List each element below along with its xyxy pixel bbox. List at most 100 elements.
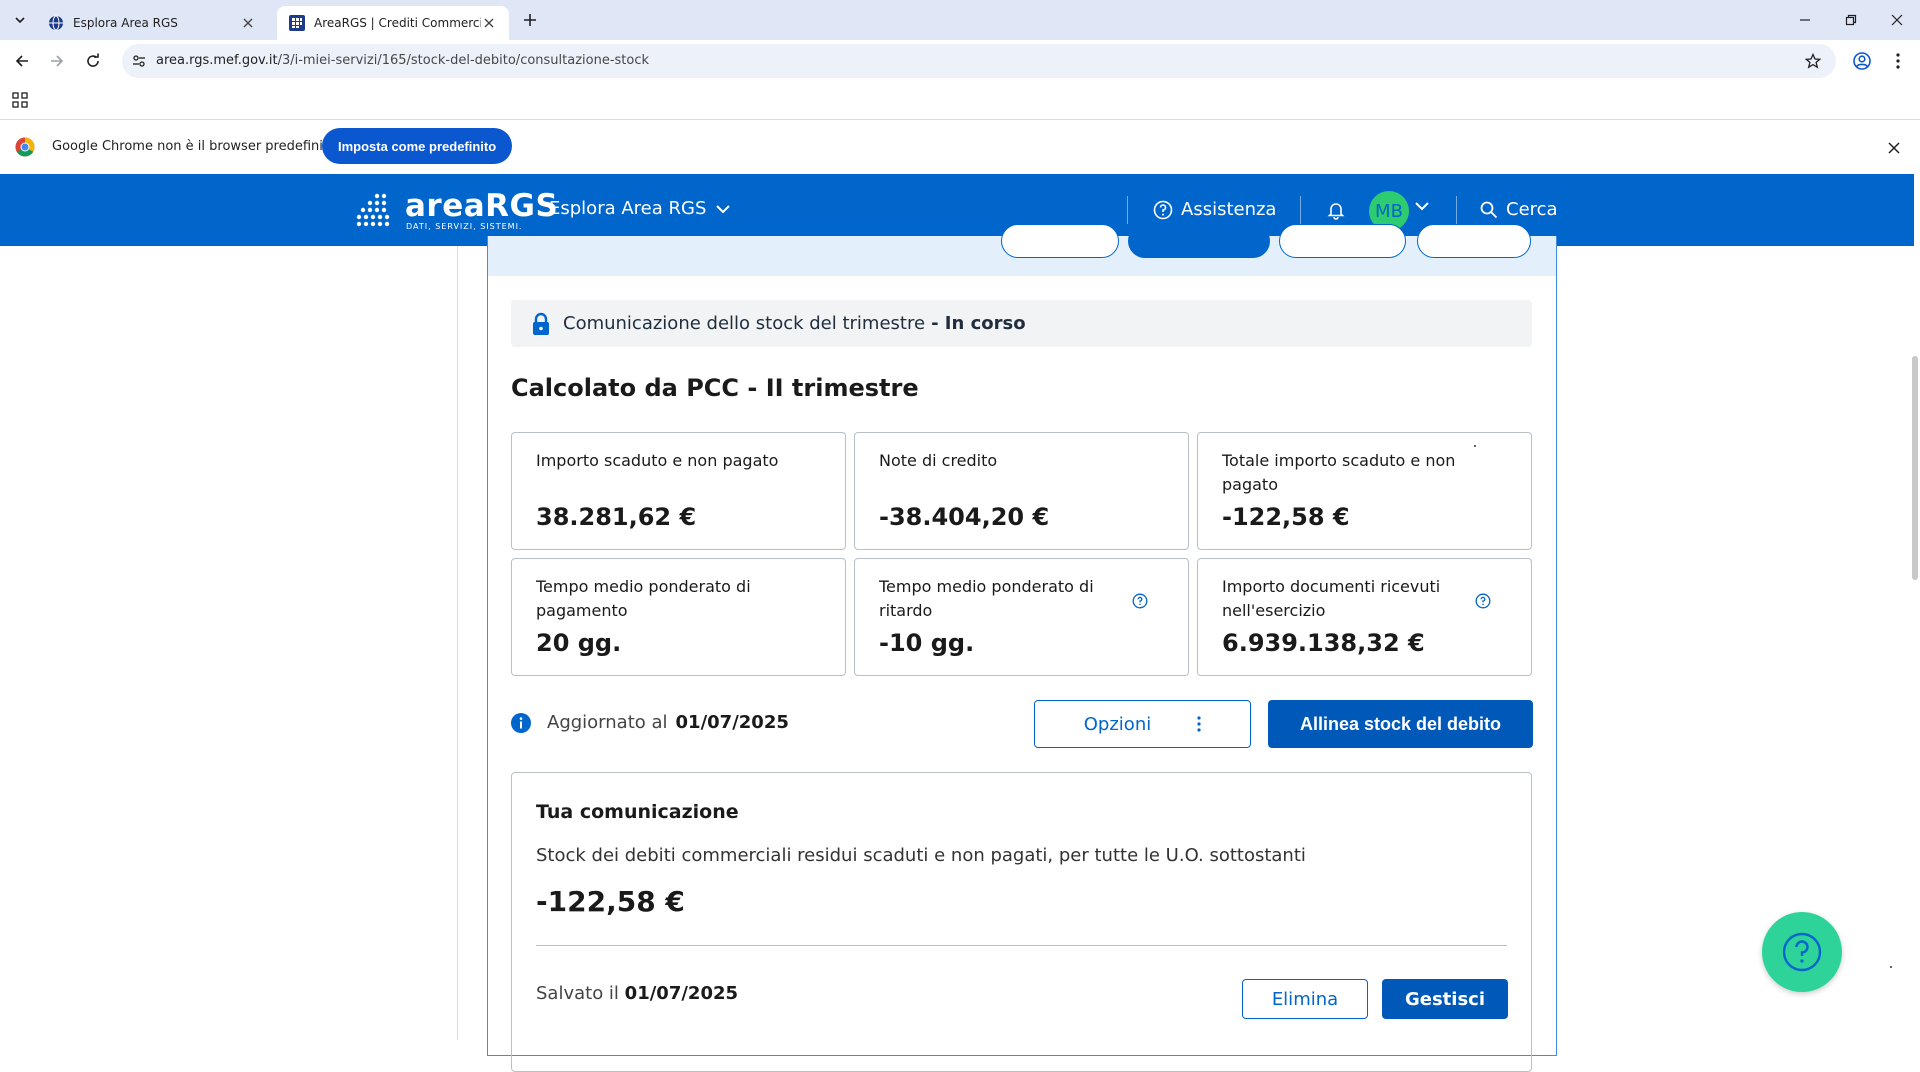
infobar-message: Google Chrome non è il browser predefini…: [52, 139, 336, 154]
minimize-icon[interactable]: [1790, 8, 1820, 32]
status-text: Comunicazione dello stock del trimestre: [563, 313, 926, 334]
bookmark-star-icon[interactable]: [1804, 52, 1822, 70]
kebab-menu-icon[interactable]: [1886, 49, 1910, 73]
browser-toolbar: area.rgs.mef.gov.it/3/i-miei-servizi/165…: [0, 40, 1920, 82]
close-tab-icon[interactable]: [481, 15, 497, 31]
info-circle-icon: [511, 712, 531, 733]
search-icon: [1480, 201, 1498, 218]
page-scrollbar[interactable]: [1912, 356, 1918, 580]
stock-card: Comunicazione dello stock del trimestre …: [487, 224, 1557, 1072]
tab-search-chevron-icon[interactable]: [8, 9, 32, 31]
options-button[interactable]: Opzioni: [1034, 700, 1251, 748]
question-circle-icon: [1782, 932, 1822, 972]
site-settings-icon[interactable]: [130, 52, 148, 70]
address-bar[interactable]: area.rgs.mef.gov.it/3/i-miei-servizi/165…: [122, 44, 1836, 78]
sidebar-divider: [457, 246, 458, 1040]
new-tab-plus-icon[interactable]: [520, 10, 540, 30]
search-label: Cerca: [1506, 199, 1558, 220]
period-pill[interactable]: [1279, 224, 1406, 258]
help-fab-button[interactable]: [1762, 912, 1842, 992]
help-circle-icon[interactable]: [1132, 593, 1148, 609]
kebab-menu-icon: [1197, 716, 1201, 732]
kpi-label: Totale importo scaduto e non pagato: [1222, 451, 1456, 494]
question-circle-icon: [1153, 200, 1173, 219]
back-arrow-icon[interactable]: [10, 49, 34, 73]
stray-dot: [1890, 966, 1892, 968]
browser-tab-esplora[interactable]: Esplora Area RGS: [36, 6, 268, 40]
header-divider: [1300, 196, 1301, 224]
period-pill[interactable]: [1001, 224, 1119, 258]
explore-menu[interactable]: Esplora Area RGS: [549, 198, 731, 219]
assistance-label: Assistenza: [1181, 199, 1277, 220]
manage-button[interactable]: Gestisci: [1382, 979, 1508, 1019]
apps-grid-icon[interactable]: [12, 92, 28, 108]
kpi-card: Importo documenti ricevuti nell'esercizi…: [1197, 558, 1532, 676]
chevron-down-icon: [716, 204, 731, 213]
header-divider: [1127, 196, 1128, 224]
kpi-card: Note di credito -38.404,20 €: [854, 432, 1189, 550]
communication-card: Tua comunicazione Stock dei debiti comme…: [511, 772, 1532, 1072]
assistance-link[interactable]: Assistenza: [1153, 199, 1276, 220]
tab-title: AreaRGS | Crediti Commerciali: [314, 16, 481, 30]
align-stock-button[interactable]: Allinea stock del debito: [1268, 700, 1533, 748]
bookmarks-bar: [0, 82, 1920, 120]
communication-title: Tua comunicazione: [536, 801, 739, 823]
browser-tab-strip: Esplora Area RGS AreaRGS | Crediti Comme…: [0, 0, 1920, 40]
header-divider: [1456, 196, 1457, 224]
status-state: - In corso: [931, 313, 1026, 334]
forward-arrow-icon[interactable]: [45, 49, 69, 73]
saved-info: Salvato il 01/07/2025: [536, 983, 738, 1004]
lock-icon: [533, 312, 549, 335]
divider: [536, 945, 1507, 946]
kpi-value: 6.939.138,32 €: [1222, 629, 1425, 657]
url-host: area.rgs.mef.gov.it: [156, 53, 278, 68]
explore-label: Esplora Area RGS: [549, 198, 707, 219]
kpi-label: Tempo medio ponderato di ritardo: [879, 577, 1094, 620]
kpi-card: Tempo medio ponderato di ritardo -10 gg.: [854, 558, 1189, 676]
options-label: Opzioni: [1083, 713, 1152, 735]
logo-wordmark[interactable]: areaRGS: [405, 188, 558, 224]
section-title: Calcolato da PCC - II trimestre: [511, 374, 919, 402]
reload-icon[interactable]: [81, 49, 105, 73]
period-pill-active[interactable]: [1128, 224, 1270, 258]
saved-date: 01/07/2025: [624, 983, 739, 1004]
updated-date: 01/07/2025: [675, 712, 789, 733]
chevron-down-icon[interactable]: [1415, 201, 1429, 211]
kpi-card: Importo scaduto e non pagato 38.281,62 €: [511, 432, 846, 550]
kpi-label: Importo documenti ricevuti nell'esercizi…: [1222, 577, 1441, 620]
restore-icon[interactable]: [1836, 8, 1866, 32]
kpi-label: Tempo medio ponderato di pagamento: [536, 577, 751, 620]
bell-icon[interactable]: [1326, 200, 1346, 220]
delete-button[interactable]: Elimina: [1242, 979, 1368, 1019]
period-pill[interactable]: [1417, 224, 1531, 258]
kpi-value: -122,58 €: [1222, 503, 1350, 531]
set-default-browser-button[interactable]: Imposta come predefinito: [322, 128, 513, 164]
kpi-value: -38.404,20 €: [879, 503, 1050, 531]
close-infobar-icon[interactable]: [1884, 138, 1904, 158]
kpi-card: Tempo medio ponderato di pagamento 20 gg…: [511, 558, 846, 676]
url-path: /3/i-miei-servizi/165/stock-del-debito/c…: [277, 53, 650, 68]
default-browser-infobar: Google Chrome non è il browser predefini…: [0, 121, 1920, 174]
close-tab-icon[interactable]: [240, 15, 256, 31]
logo-tagline: DATI, SERVIZI, SISTEMI.: [406, 222, 523, 231]
profile-icon[interactable]: [1850, 49, 1874, 73]
chrome-logo-icon: [15, 137, 35, 157]
grid-favicon-icon: [289, 15, 305, 31]
browser-tab-crediti[interactable]: AreaRGS | Crediti Commerciali: [277, 6, 509, 40]
quarter-status-bar: Comunicazione dello stock del trimestre …: [511, 300, 1532, 347]
help-circle-icon[interactable]: [1475, 593, 1491, 609]
close-window-icon[interactable]: [1882, 8, 1912, 32]
search-link[interactable]: Cerca: [1480, 199, 1558, 220]
year-header-strip: [488, 224, 1556, 276]
kpi-label: Importo scaduto e non pagato: [536, 451, 779, 470]
globe-icon: [49, 15, 63, 31]
kpi-value: 20 gg.: [536, 629, 622, 657]
kpi-label: Note di credito: [879, 451, 998, 470]
kpi-value: 38.281,62 €: [536, 503, 697, 531]
updated-label: Aggiornato al: [547, 712, 668, 733]
arearg-logo-dots-icon: [356, 193, 390, 227]
saved-label: Salvato il: [536, 983, 619, 1004]
kpi-value: -10 gg.: [879, 629, 975, 657]
communication-value: -122,58 €: [536, 885, 685, 918]
stray-dot: [1474, 445, 1476, 447]
